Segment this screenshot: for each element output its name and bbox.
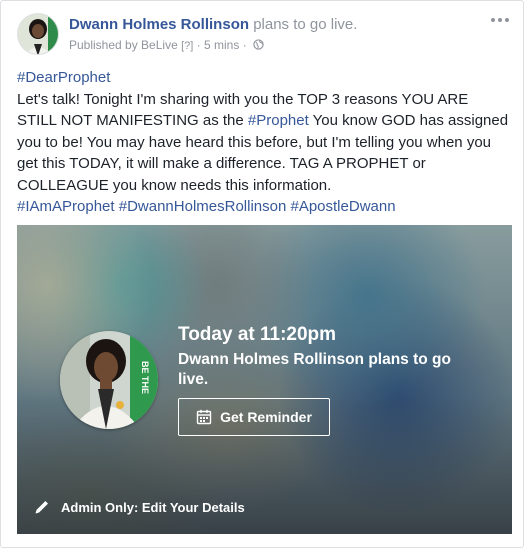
hashtag-link[interactable]: #IAmAProphet <box>17 198 115 215</box>
more-dot <box>505 18 509 22</box>
post-action-text: plans to go live. <box>253 16 358 33</box>
globe-icon[interactable] <box>253 39 264 50</box>
pencil-icon <box>35 501 48 514</box>
post-title-line: Dwann Holmes Rollinson plans to go live. <box>69 15 489 35</box>
message-body: Let's talk! Tonight I'm sharing with you… <box>17 89 511 197</box>
meta-separator: · <box>242 38 247 52</box>
admin-edit-label: Admin Only: Edit Your Details <box>61 499 245 515</box>
live-description: Dwann Holmes Rollinson plans to go live. <box>178 351 451 388</box>
hashtag-link[interactable]: #DwannHolmesRollinson <box>119 198 287 215</box>
live-announcement-card[interactable]: BE THE Today at 11:20pm Dwann Holmes Rol… <box>17 225 512 534</box>
calendar-icon <box>196 409 212 425</box>
live-time: Today at 11:20pm <box>178 324 337 345</box>
hashtag-link[interactable]: #Prophet <box>248 112 309 129</box>
admin-edit-details-link[interactable]: Admin Only: Edit Your Details <box>33 495 245 519</box>
more-options-icon[interactable] <box>489 13 511 27</box>
post-header: Dwann Holmes Rollinson plans to go live.… <box>69 15 489 54</box>
post-message: #DearProphet Let's talk! Tonight I'm sha… <box>17 67 511 218</box>
more-dot <box>491 18 495 22</box>
more-dot <box>498 18 502 22</box>
meta-separator: · <box>196 38 201 52</box>
hashtag-row: #IAmAProphet #DwannHolmesRollinson #Apos… <box>17 196 511 218</box>
author-name-link[interactable]: Dwann Holmes Rollinson <box>69 16 249 33</box>
hashtag-link[interactable]: #DearProphet <box>17 69 110 86</box>
post-meta: Published by BeLive [?] · 5 mins · <box>69 37 489 54</box>
feed-post: Dwann Holmes Rollinson plans to go live.… <box>0 0 524 548</box>
profile-shirt-text: BE THE <box>140 361 150 394</box>
get-reminder-label: Get Reminder <box>220 409 312 425</box>
live-profile-picture: BE THE <box>60 331 158 429</box>
author-avatar[interactable] <box>17 13 59 55</box>
post-timestamp[interactable]: 5 mins <box>204 38 239 52</box>
get-reminder-button[interactable]: Get Reminder <box>178 398 330 436</box>
hashtag-link[interactable]: #ApostleDwann <box>290 198 395 215</box>
help-marker[interactable]: [?] <box>181 40 193 52</box>
published-by-label[interactable]: Published by BeLive <box>69 38 178 52</box>
